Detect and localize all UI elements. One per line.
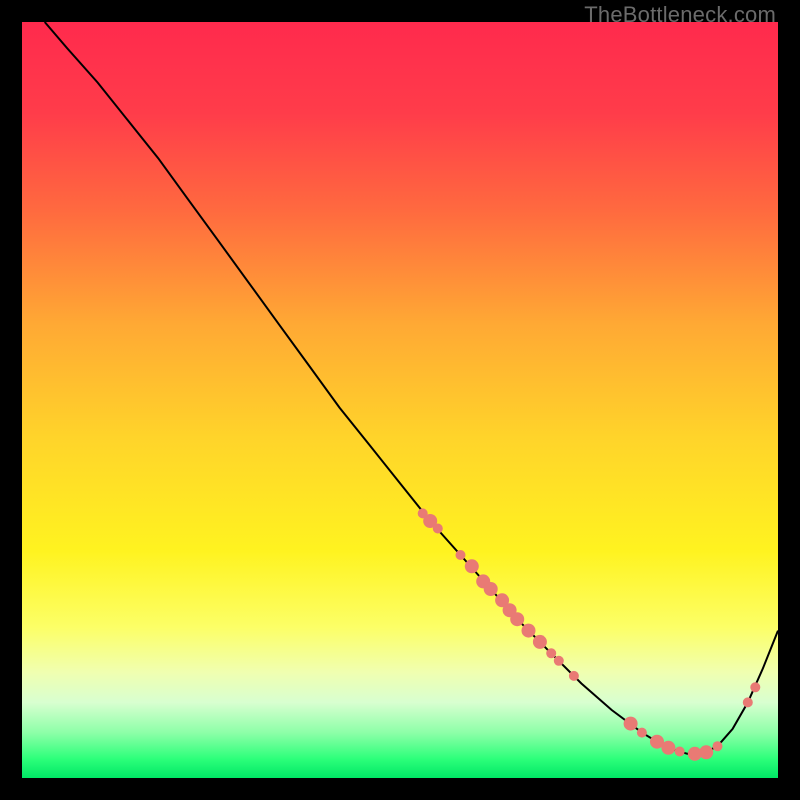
curve-marker <box>624 717 638 731</box>
curve-marker <box>713 741 723 751</box>
chart-area <box>22 22 778 778</box>
curve-marker <box>522 624 536 638</box>
gradient-background <box>22 22 778 778</box>
curve-marker <box>484 582 498 596</box>
curve-marker <box>661 741 675 755</box>
chart-svg <box>22 22 778 778</box>
curve-marker <box>750 682 760 692</box>
curve-marker <box>699 745 713 759</box>
curve-marker <box>510 612 524 626</box>
curve-marker <box>433 524 443 534</box>
curve-marker <box>675 747 685 757</box>
curve-marker <box>456 550 466 560</box>
curve-marker <box>554 656 564 666</box>
curve-marker <box>533 635 547 649</box>
curve-marker <box>569 671 579 681</box>
curve-marker <box>546 648 556 658</box>
curve-marker <box>743 697 753 707</box>
curve-marker <box>637 728 647 738</box>
curve-marker <box>465 559 479 573</box>
